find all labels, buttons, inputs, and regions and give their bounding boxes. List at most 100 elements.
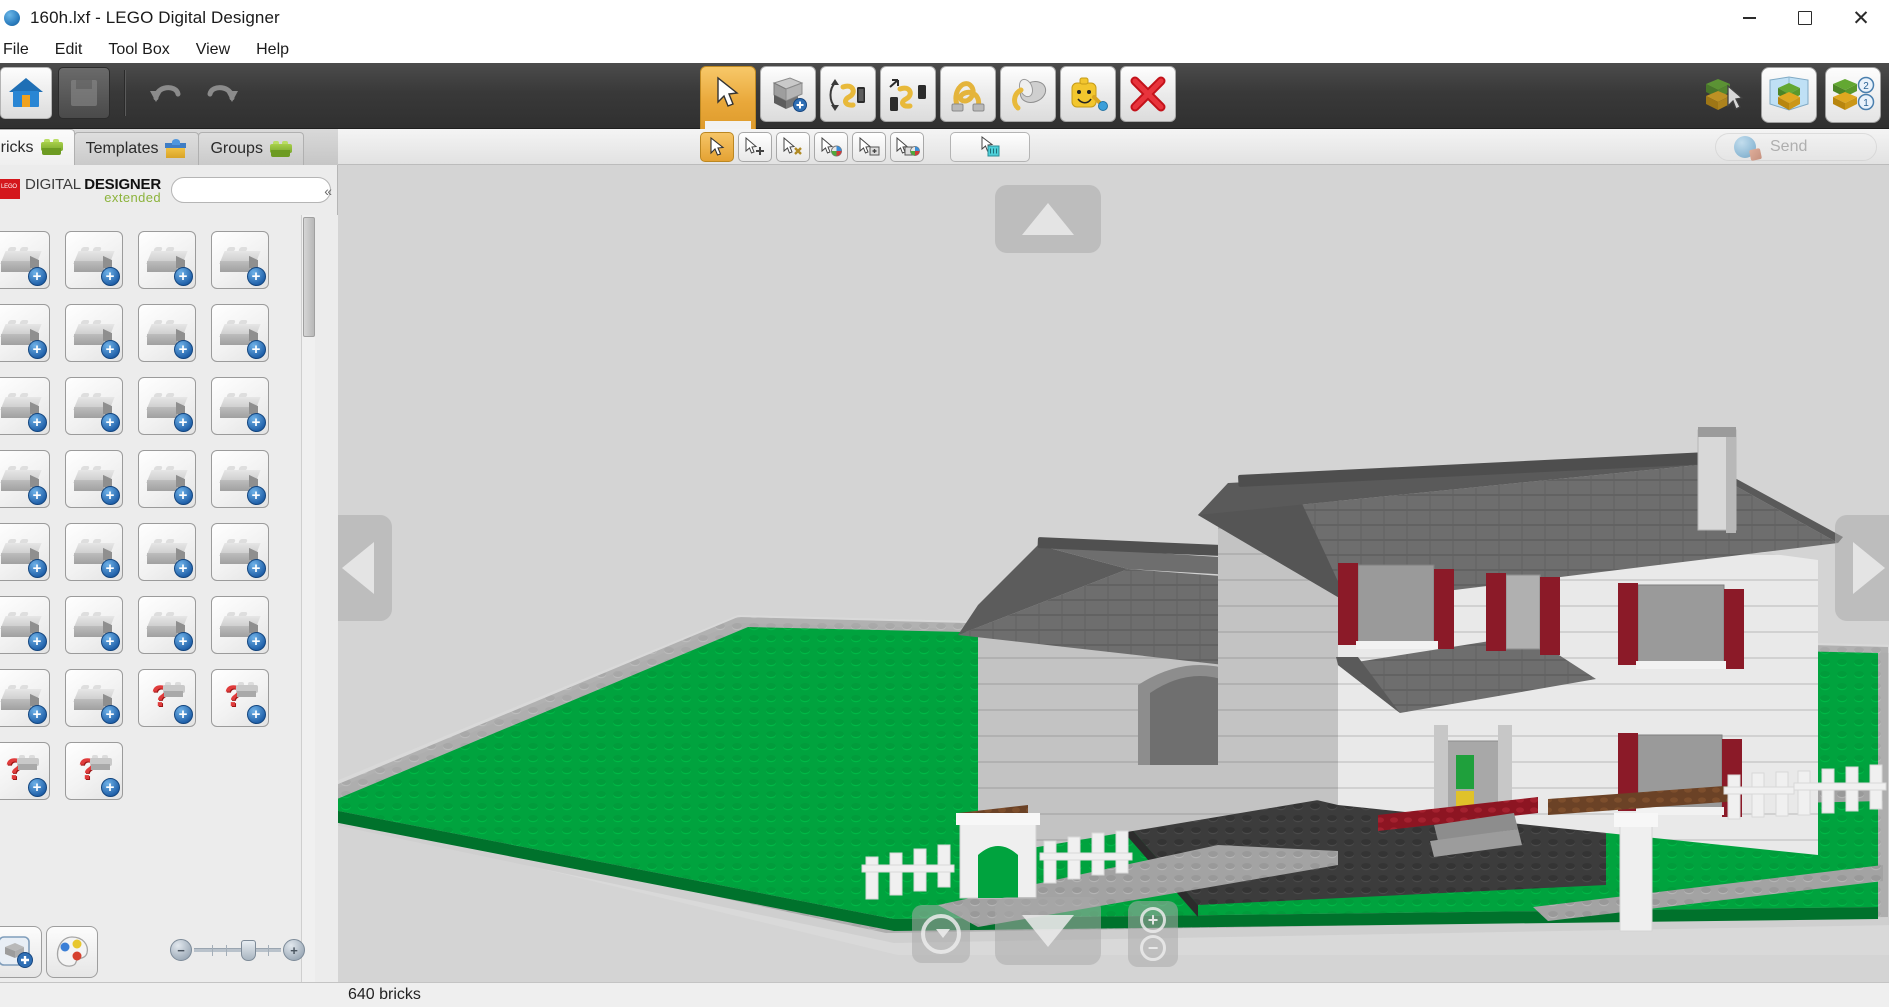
brick-ramp[interactable]: + <box>137 376 196 435</box>
menu-view[interactable]: View <box>183 39 243 61</box>
add-brick-plus-icon[interactable]: + <box>100 485 120 505</box>
element-magnifier[interactable]: + <box>0 522 50 581</box>
add-brick-plus-icon[interactable]: + <box>100 704 120 724</box>
nav-zoom-in-button[interactable]: + <box>1140 907 1166 933</box>
add-brick-plus-icon[interactable]: + <box>27 412 47 432</box>
add-brick-plus-icon[interactable]: + <box>173 266 193 286</box>
element-bucket[interactable]: + <box>0 449 50 508</box>
brick-1x1-clip[interactable]: + <box>137 230 196 289</box>
select-same-type-button[interactable] <box>852 132 886 162</box>
menu-tool-box[interactable]: Tool Box <box>95 39 182 61</box>
brick-slope[interactable]: + <box>0 303 50 362</box>
element-wheel[interactable]: + <box>64 449 123 508</box>
palette-zoom-out-button[interactable]: − <box>170 939 192 961</box>
add-brick-plus-icon[interactable]: + <box>100 777 120 797</box>
brick-curve[interactable]: + <box>137 303 196 362</box>
unknown-brick-3[interactable]: ? + <box>0 741 50 800</box>
clone-tool[interactable] <box>760 66 816 122</box>
add-brick-plus-icon[interactable]: + <box>173 558 193 578</box>
add-brick-plus-icon[interactable]: + <box>246 339 266 359</box>
view-mode-button[interactable] <box>1761 67 1817 123</box>
add-brick-plus-icon[interactable]: + <box>173 485 193 505</box>
element-panel[interactable]: + <box>210 595 269 654</box>
add-brick-plus-icon[interactable]: + <box>27 266 47 286</box>
palette-zoom-slider[interactable]: − + <box>170 937 305 963</box>
save-button[interactable] <box>58 67 110 119</box>
nav-rotate-right-button[interactable] <box>1835 515 1889 621</box>
menu-help[interactable]: Help <box>243 39 302 61</box>
element-tube[interactable]: + <box>137 595 196 654</box>
paint-tool[interactable] <box>1000 66 1056 122</box>
select-shape-color-button[interactable] <box>890 132 924 162</box>
brick-1x4[interactable]: + <box>210 230 269 289</box>
home-button[interactable] <box>0 67 52 119</box>
flex-tool[interactable] <box>940 66 996 122</box>
add-brick-plus-icon[interactable]: + <box>27 485 47 505</box>
3d-viewport[interactable]: + − <box>338 165 1889 982</box>
add-brick-plus-icon[interactable]: + <box>100 412 120 432</box>
add-brick-button[interactable] <box>0 926 42 978</box>
plate-1x2[interactable]: + <box>64 376 123 435</box>
nav-rotate-up-button[interactable] <box>995 185 1101 253</box>
close-button[interactable]: ✕ <box>1833 0 1889 36</box>
plate-2x2[interactable]: + <box>210 303 269 362</box>
hinge-tool[interactable] <box>820 66 876 122</box>
element-wrench[interactable]: + <box>0 668 50 727</box>
palette-scrollbar[interactable]: ▲ ▼ <box>301 215 315 1007</box>
search-input[interactable] <box>171 177 331 203</box>
add-brick-plus-icon[interactable]: + <box>27 558 47 578</box>
collapse-left-icon[interactable]: « <box>324 183 332 199</box>
nav-rotate-left-button[interactable] <box>338 515 392 621</box>
brick-round-notch[interactable]: + <box>64 230 123 289</box>
add-brick-plus-icon[interactable]: + <box>246 266 266 286</box>
palette-zoom-in-button[interactable]: + <box>283 939 305 961</box>
brick-arch[interactable]: + <box>0 376 50 435</box>
add-brick-plus-icon[interactable]: + <box>27 704 47 724</box>
plate-1x6[interactable]: + <box>137 522 196 581</box>
unknown-brick-2[interactable]: ? + <box>210 668 269 727</box>
add-brick-plus-icon[interactable]: + <box>173 704 193 724</box>
add-brick-plus-icon[interactable]: + <box>246 412 266 432</box>
add-brick-plus-icon[interactable]: + <box>100 266 120 286</box>
building-guide-mode-button[interactable]: 2 1 <box>1825 67 1881 123</box>
add-brick-plus-icon[interactable]: + <box>173 631 193 651</box>
delete-tool[interactable] <box>1120 66 1176 122</box>
add-brick-plus-icon[interactable]: + <box>100 339 120 359</box>
decoration-tool[interactable] <box>1060 66 1116 122</box>
element-fin[interactable]: + <box>64 668 123 727</box>
menu-edit[interactable]: Edit <box>42 39 96 61</box>
minimize-button[interactable] <box>1721 0 1777 36</box>
add-brick-plus-icon[interactable]: + <box>100 558 120 578</box>
hinge-align-tool[interactable] <box>880 66 936 122</box>
element-minifig[interactable]: + <box>210 449 269 508</box>
select-single-button[interactable] <box>700 132 734 162</box>
unknown-brick-4[interactable]: ? + <box>64 741 123 800</box>
element-cone[interactable]: + <box>64 522 123 581</box>
add-brick-plus-icon[interactable]: + <box>27 631 47 651</box>
selection-tool[interactable] <box>700 66 756 132</box>
maximize-button[interactable] <box>1777 0 1833 36</box>
tab-groups[interactable]: Groups <box>198 132 304 165</box>
add-brick-plus-icon[interactable]: + <box>246 704 266 724</box>
nav-zoom-out-button[interactable]: − <box>1140 935 1166 961</box>
add-brick-plus-icon[interactable]: + <box>246 631 266 651</box>
brick-tile-decor[interactable]: + <box>210 376 269 435</box>
add-brick-plus-icon[interactable]: + <box>173 339 193 359</box>
select-same-color-button[interactable] <box>814 132 848 162</box>
add-brick-plus-icon[interactable]: + <box>246 485 266 505</box>
tab-bricks[interactable]: Bricks <box>0 129 75 165</box>
add-brick-plus-icon[interactable]: + <box>100 631 120 651</box>
tab-templates[interactable]: Templates <box>73 132 200 165</box>
add-brick-plus-icon[interactable]: + <box>246 558 266 578</box>
menu-file[interactable]: File <box>0 39 42 61</box>
brick-wedge[interactable]: + <box>64 303 123 362</box>
add-brick-plus-icon[interactable]: + <box>27 777 47 797</box>
element-hook[interactable]: + <box>0 595 50 654</box>
color-palette-button[interactable] <box>46 926 98 978</box>
palette-zoom-track[interactable] <box>194 940 281 961</box>
send-button[interactable]: Send <box>1715 133 1877 161</box>
brick-2x4-plate[interactable]: + <box>0 230 50 289</box>
select-same-shape-button[interactable] <box>776 132 810 162</box>
unknown-brick-1[interactable]: ? + <box>137 668 196 727</box>
element-gear[interactable]: + <box>64 595 123 654</box>
